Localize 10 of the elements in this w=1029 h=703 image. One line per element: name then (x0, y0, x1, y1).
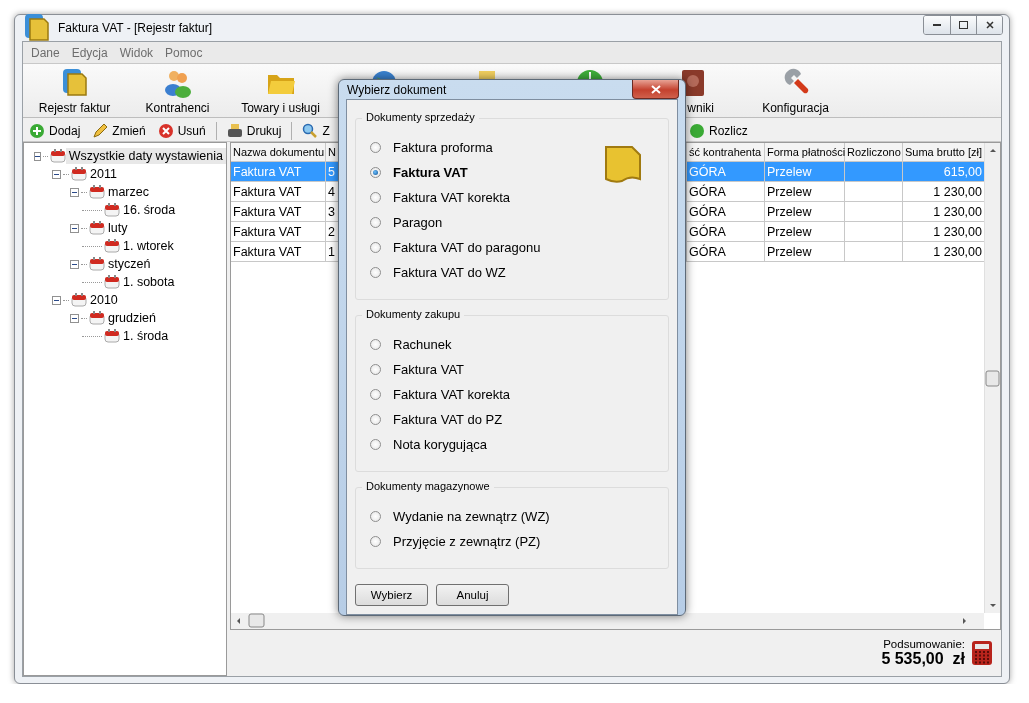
dialog-title: Wybierz dokument (347, 82, 447, 97)
summary-label: Podsumowanie: (883, 638, 965, 650)
group-title: Dokumenty zakupu (362, 308, 465, 320)
table-cell: GÓRA (687, 242, 765, 262)
group-title: Dokumenty sprzedaży (362, 111, 479, 123)
table-cell: Przelew (765, 242, 845, 262)
group-title: Dokumenty magazynowe (362, 480, 494, 492)
table-cell: Faktura VAT (231, 242, 326, 262)
window-title: Faktura VAT - [Rejestr faktur] (58, 21, 213, 35)
summary-value: 5 535,00 zł (881, 650, 965, 668)
